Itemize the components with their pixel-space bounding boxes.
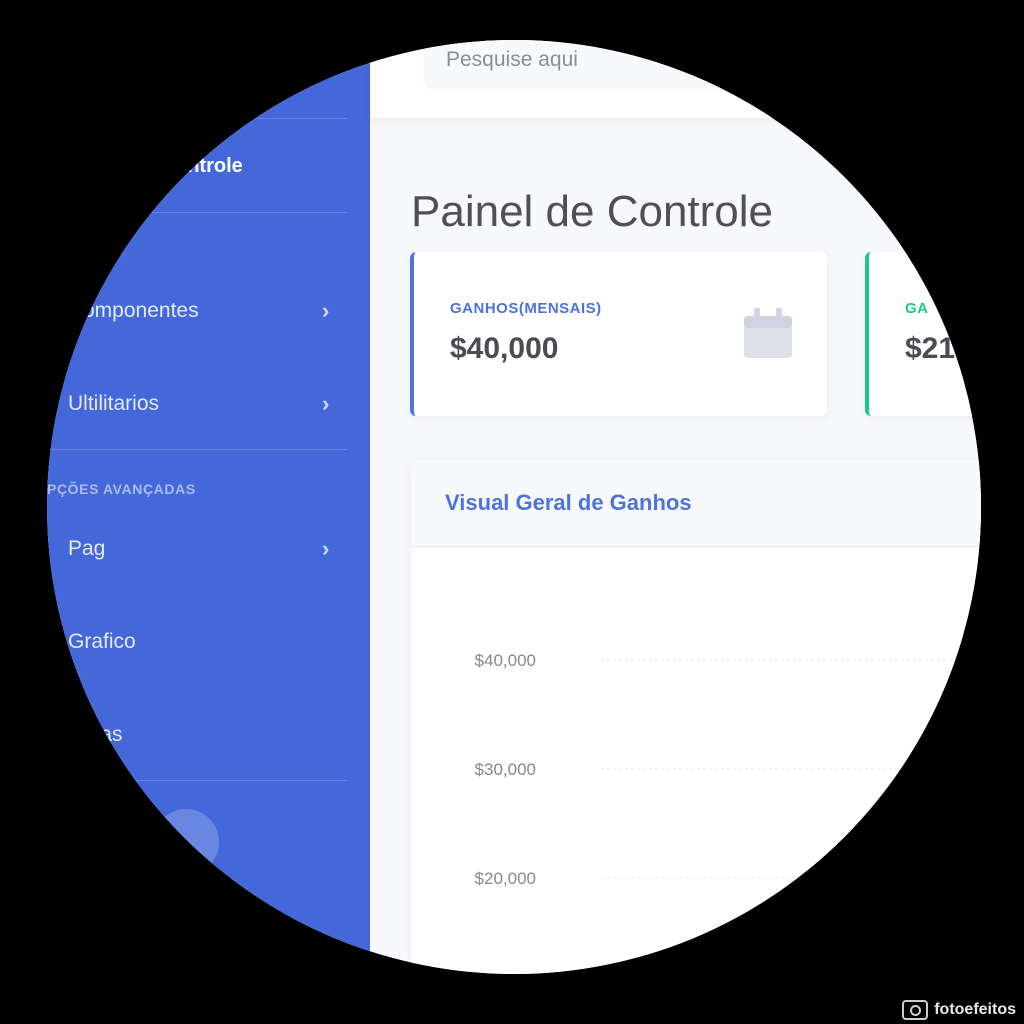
- sidebar-item-utilitarios[interactable]: Ultilitarios ›: [47, 382, 370, 426]
- sidebar-divider: [47, 212, 347, 213]
- watermark-text: fotoefeitos: [934, 1001, 1016, 1018]
- sidebar-item-label: Grafico: [68, 630, 136, 653]
- earnings-annual-card: GA $21: [865, 252, 981, 416]
- y-tick-label: $40,000: [475, 651, 536, 670]
- earnings-monthly-card: GANHOS(MENSAIS) $40,000: [410, 252, 827, 416]
- sidebar-item-componentes[interactable]: omponentes ›: [47, 289, 370, 333]
- page-title: Painel de Controle: [411, 187, 774, 237]
- sidebar-item-paginas[interactable]: Pag ›: [47, 527, 370, 571]
- sidebar-item-label: elas: [84, 723, 123, 746]
- card-value: $40,000: [450, 332, 559, 365]
- chevron-right-icon: ›: [322, 391, 330, 416]
- sidebar-divider: [47, 780, 347, 781]
- sidebar-item-label: Pag: [68, 537, 106, 560]
- chevron-right-icon: ›: [322, 298, 330, 323]
- sidebar-item-label: ontrole: [175, 154, 243, 177]
- sidebar-divider: [47, 449, 347, 450]
- sidebar-divider: [47, 118, 347, 119]
- card-value: $21: [905, 332, 956, 365]
- sidebar-item-tabelas[interactable]: elas: [47, 713, 370, 757]
- earnings-chart: $40,000$30,000$20,000$10,000: [475, 651, 981, 888]
- sidebar-heading: PÇÕES AVANÇADAS: [47, 481, 196, 497]
- sidebar-item-dashboard[interactable]: ontrole: [47, 144, 370, 188]
- card-label: GANHOS(MENSAIS): [450, 300, 602, 317]
- sidebar-item-grafico[interactable]: Grafico: [47, 620, 370, 664]
- sidebar-item-label: omponentes: [83, 299, 199, 322]
- camera-icon: [902, 1000, 929, 1020]
- search-box: [424, 40, 844, 90]
- calendar-icon: [744, 308, 792, 358]
- sidebar: ontrole omponentes › Ultilitarios › PÇÕE…: [47, 40, 370, 974]
- y-tick-label: $30,000: [475, 760, 536, 779]
- viewport-circle: ontrole omponentes › Ultilitarios › PÇÕE…: [47, 40, 981, 974]
- chevron-right-icon: ›: [322, 536, 330, 561]
- chart-title: Visual Geral de Ganhos: [445, 490, 692, 515]
- search-input[interactable]: [444, 47, 828, 73]
- y-tick-label: $20,000: [475, 869, 536, 888]
- topbar: [370, 40, 981, 118]
- earnings-overview-card: Visual Geral de Ganhos $40,000 $30,000 $20…: [411, 460, 981, 974]
- watermark: fotoefeitos: [902, 1000, 1016, 1020]
- sidebar-toggle-button[interactable]: [153, 809, 219, 875]
- card-label: GA: [905, 300, 929, 317]
- sidebar-item-label: Ultilitarios: [68, 392, 160, 415]
